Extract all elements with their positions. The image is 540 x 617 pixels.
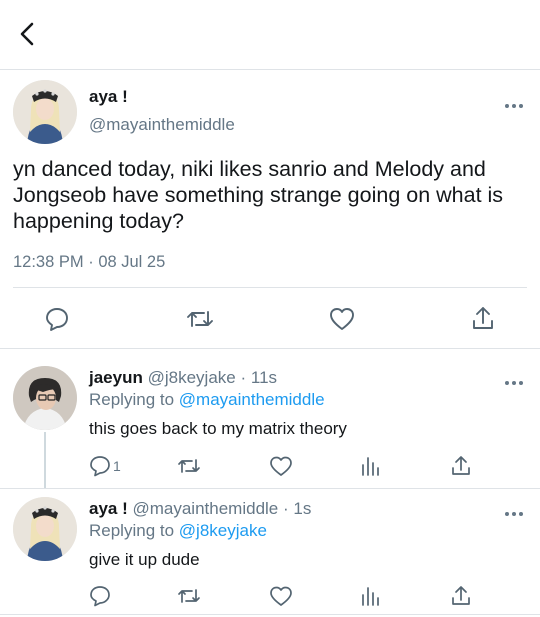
reply-text: this goes back to my matrix theory xyxy=(89,419,347,438)
display-name[interactable]: aya ! xyxy=(89,499,128,518)
share-icon[interactable] xyxy=(450,454,472,478)
avatar[interactable] xyxy=(13,80,77,144)
analytics-icon[interactable] xyxy=(360,585,380,607)
reply-icon[interactable] xyxy=(89,585,111,607)
reply-icon[interactable] xyxy=(44,306,70,332)
tweet-date: 08 Jul 25 xyxy=(98,253,166,271)
replying-prefix: Replying to xyxy=(89,390,175,409)
reply-icon[interactable] xyxy=(89,455,111,477)
tweet-text: yn danced today, niki likes sanrio and M… xyxy=(13,157,504,233)
separator-dot: · xyxy=(283,499,289,518)
like-icon[interactable] xyxy=(269,584,293,608)
separator-dot: · xyxy=(240,368,247,387)
divider xyxy=(0,614,540,615)
divider xyxy=(13,287,527,288)
like-icon[interactable] xyxy=(269,454,293,478)
more-options-icon[interactable] xyxy=(503,97,525,108)
reply-count: 1 xyxy=(113,458,121,474)
reply-actions: 1 xyxy=(0,454,540,478)
avatar[interactable] xyxy=(13,366,77,430)
display-name[interactable]: jaeyun xyxy=(89,368,143,387)
replying-to: Replying to @j8keyjake xyxy=(89,521,267,541)
separator-dot: · xyxy=(88,253,94,271)
handle[interactable]: @mayainthemiddle xyxy=(132,499,278,518)
retweet-icon[interactable] xyxy=(177,455,201,477)
reply-age: 1s xyxy=(293,499,312,518)
reply-header: aya ! @mayainthemiddle · 1s xyxy=(89,499,311,519)
more-options-icon[interactable] xyxy=(503,374,525,385)
divider xyxy=(0,348,540,349)
replying-to-link[interactable]: @mayainthemiddle xyxy=(179,390,325,409)
reply-text: give it up dude xyxy=(89,550,200,569)
chevron-left-icon[interactable] xyxy=(14,18,44,50)
analytics-icon[interactable] xyxy=(360,455,380,477)
share-icon[interactable] xyxy=(450,584,472,608)
handle[interactable]: @mayainthemiddle xyxy=(89,115,235,135)
tweet-actions xyxy=(0,300,540,340)
replying-to: Replying to @mayainthemiddle xyxy=(89,390,325,410)
divider xyxy=(0,488,540,489)
share-icon[interactable] xyxy=(470,304,496,332)
replying-to-link[interactable]: @j8keyjake xyxy=(179,521,267,540)
retweet-icon[interactable] xyxy=(177,585,201,607)
like-icon[interactable] xyxy=(328,305,356,333)
top-bar xyxy=(0,0,540,70)
tweet-timestamp[interactable]: 12:38 PM · 08 Jul 25 xyxy=(13,253,165,272)
display-name[interactable]: aya ! xyxy=(89,87,128,107)
replying-prefix: Replying to xyxy=(89,521,175,540)
retweet-icon[interactable] xyxy=(186,306,214,332)
handle[interactable]: @j8keyjake xyxy=(148,368,236,387)
tweet-time: 12:38 PM xyxy=(13,253,84,271)
reply-age: 11s xyxy=(250,368,278,387)
reply-actions xyxy=(0,584,540,608)
avatar[interactable] xyxy=(13,497,77,561)
reply-header: jaeyun @j8keyjake · 11s xyxy=(89,368,277,388)
more-options-icon[interactable] xyxy=(503,505,525,516)
